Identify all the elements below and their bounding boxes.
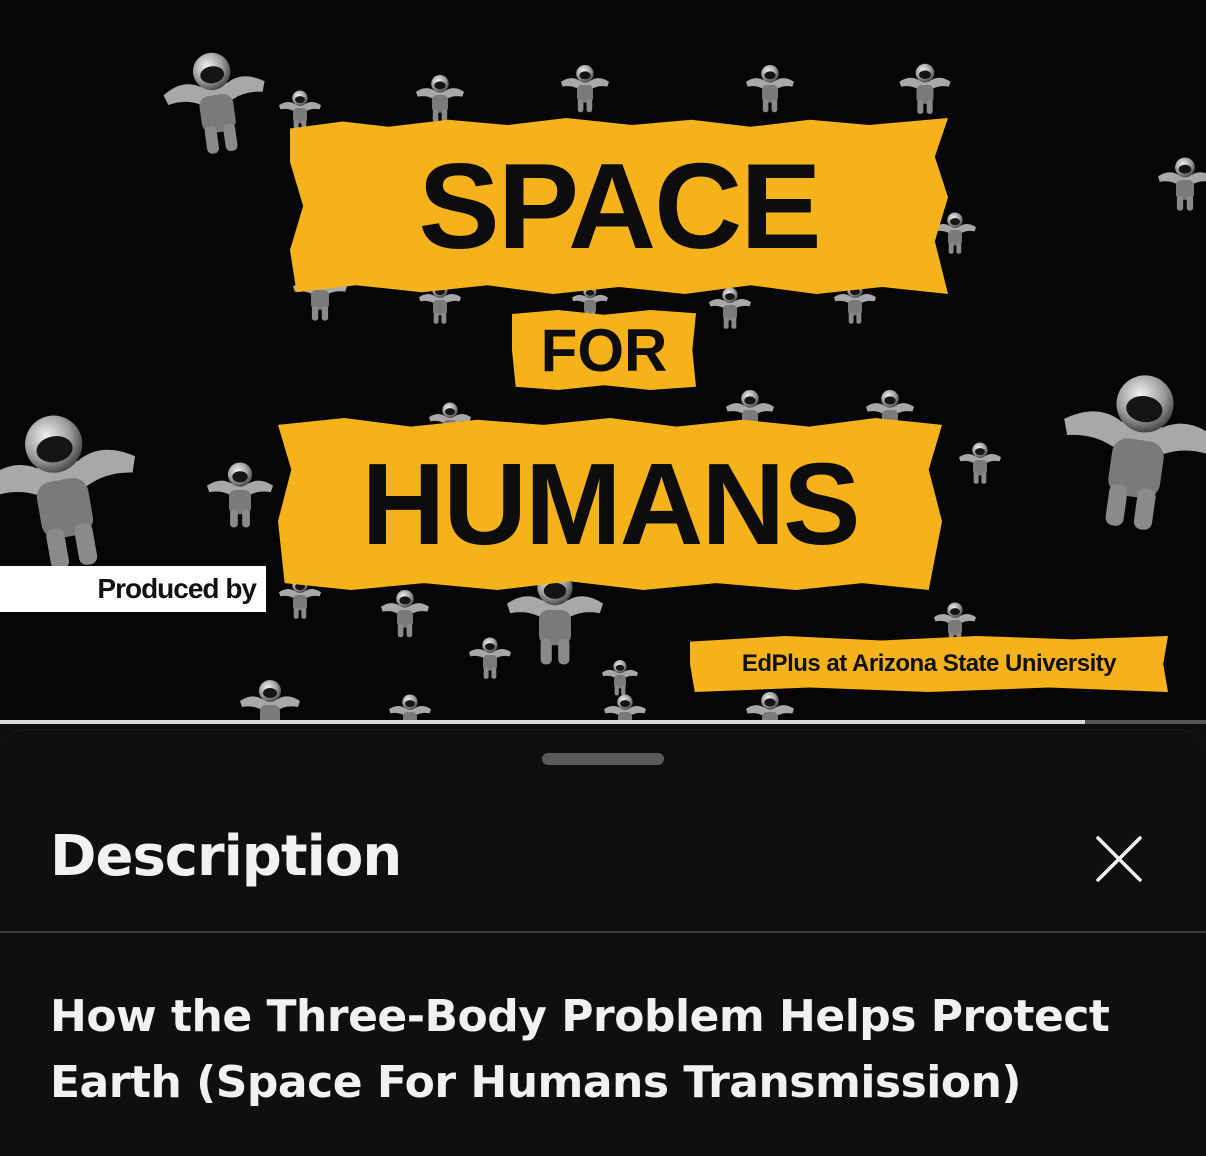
video-player[interactable]: SPACE FOR HUMANS Produced by EdPlus at A…	[0, 0, 1206, 724]
drag-handle[interactable]	[542, 753, 664, 765]
youtube-app: SPACE FOR HUMANS Produced by EdPlus at A…	[0, 0, 1206, 1156]
thumbnail-title-for: FOR	[512, 310, 696, 390]
close-icon	[1096, 836, 1142, 882]
video-progress-bar[interactable]	[0, 720, 1206, 724]
description-sheet: Description How the Three-Body Problem H…	[0, 730, 1206, 1156]
produced-by-label: Produced by	[0, 566, 266, 612]
thumbnail-title-space: SPACE	[290, 118, 948, 294]
video-title: How the Three-Body Problem Helps Protect…	[50, 991, 1110, 1108]
sheet-title: Description	[50, 824, 402, 889]
producer-label: EdPlus at Arizona State University	[690, 636, 1168, 692]
thumbnail-title-humans: HUMANS	[278, 418, 942, 590]
close-button[interactable]	[1086, 826, 1152, 892]
divider	[0, 931, 1206, 933]
video-progress-fill	[0, 720, 1086, 724]
